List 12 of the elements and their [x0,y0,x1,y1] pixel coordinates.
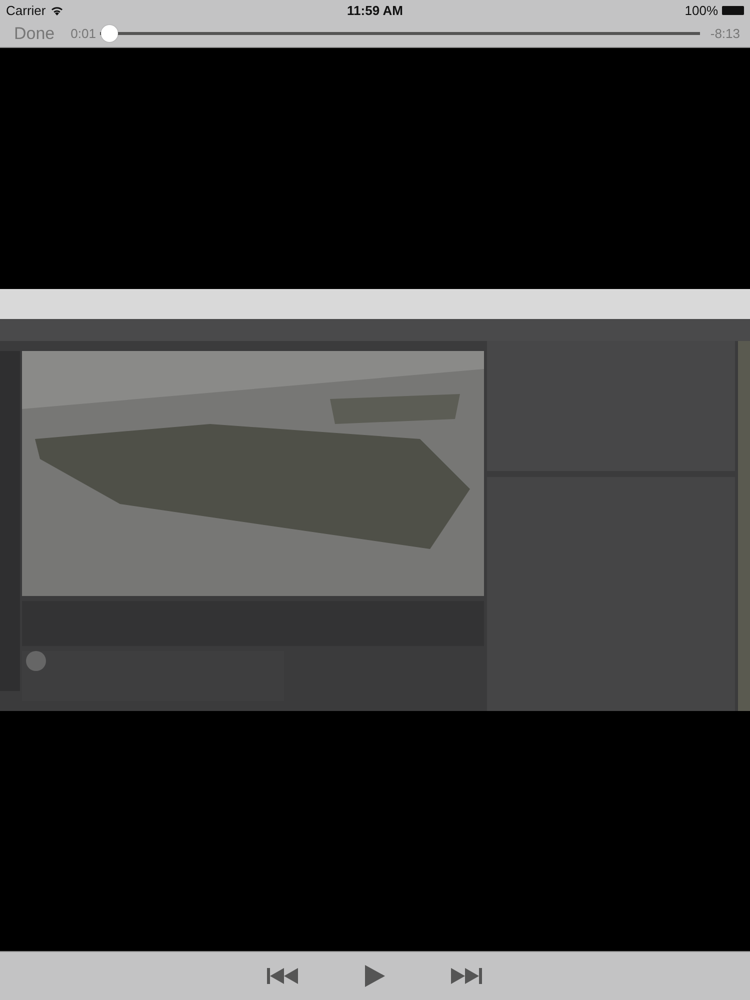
play-button[interactable] [365,965,385,987]
remaining-time: -8:13 [710,26,740,41]
battery-percentage: 100% [684,2,718,18]
battery-icon [722,6,744,14]
slider-thumb[interactable] [101,25,118,42]
previous-button[interactable] [267,968,299,984]
elapsed-time: 0:01 [70,26,96,41]
done-button[interactable]: Done [14,24,55,44]
wifi-icon [50,4,64,16]
clock-time: 11:59 AM [347,2,403,18]
carrier-label: Carrier [6,2,46,18]
next-button[interactable] [451,968,483,984]
